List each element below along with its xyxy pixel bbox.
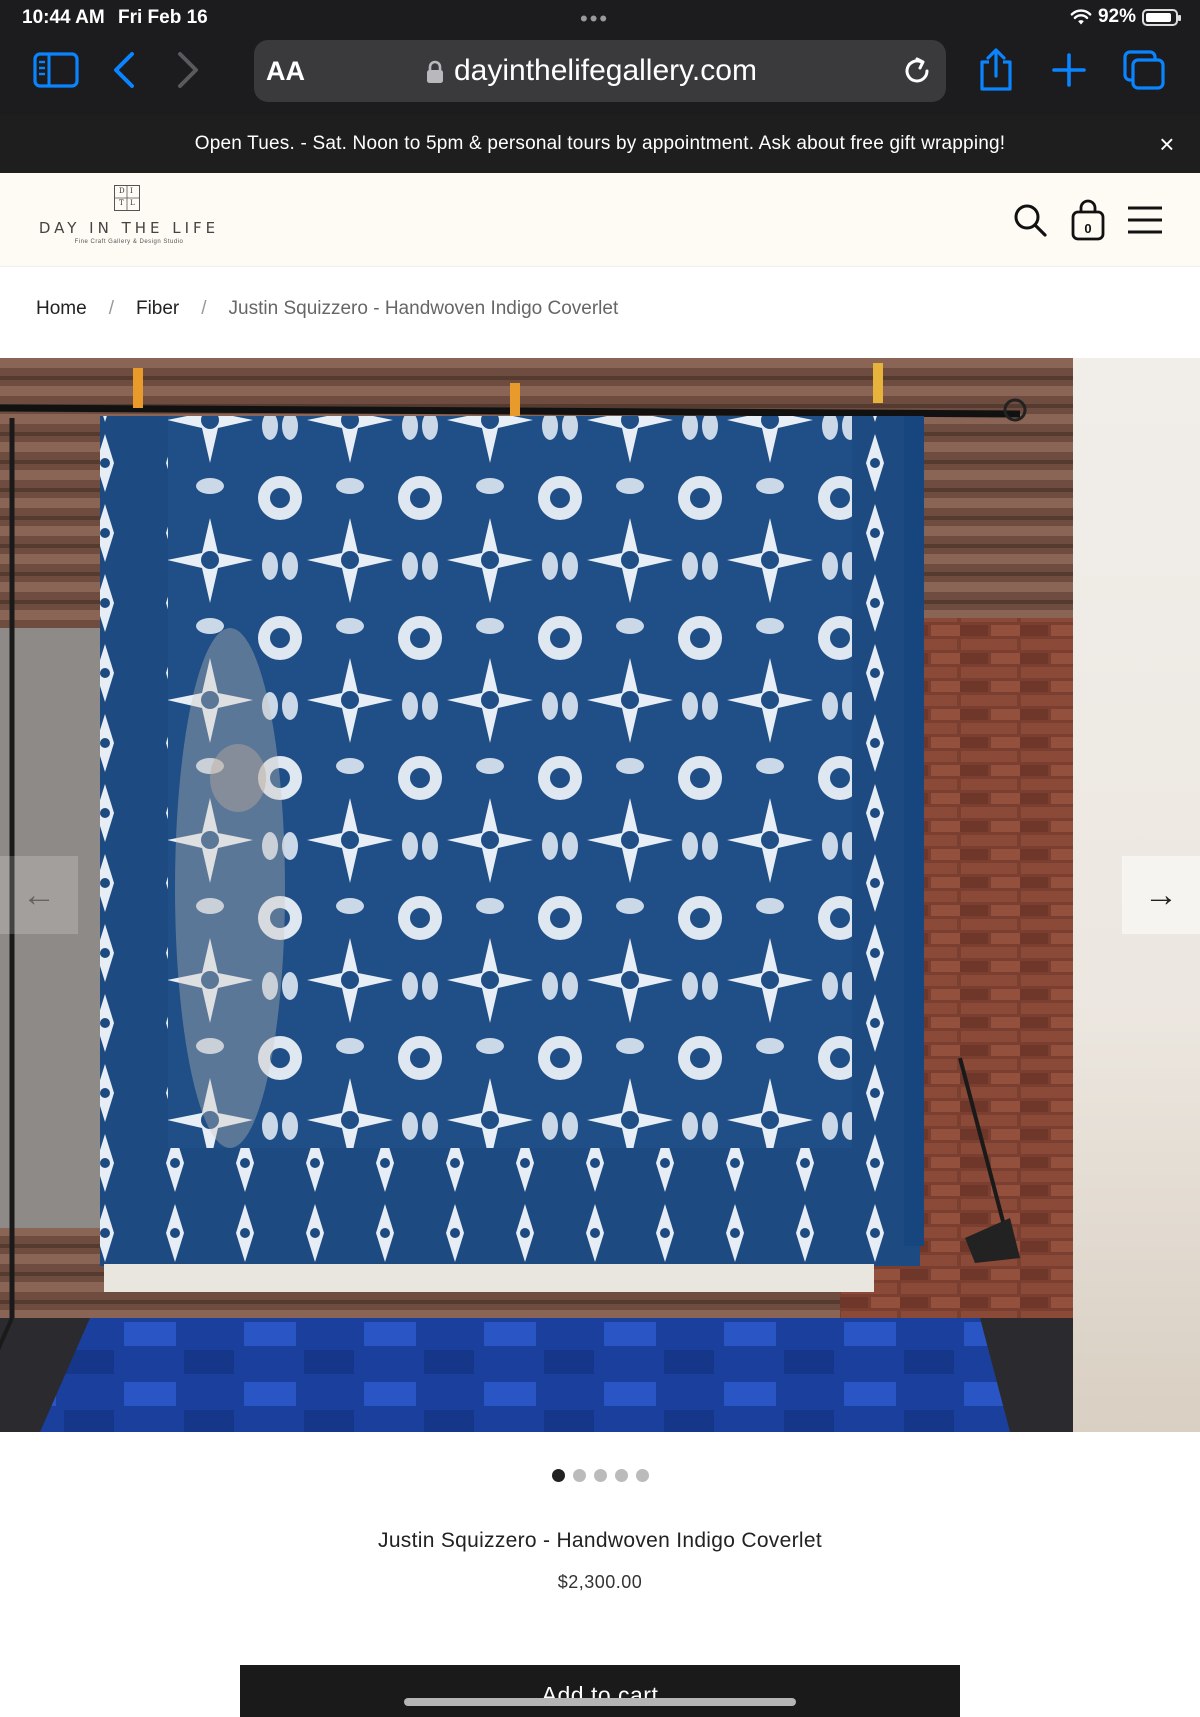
multitasking-dots-icon[interactable]: ••• bbox=[580, 6, 609, 32]
product-title: Justin Squizzero - Handwoven Indigo Cove… bbox=[378, 1529, 822, 1552]
coverlet-photo bbox=[0, 358, 1073, 1432]
close-icon[interactable]: × bbox=[1152, 129, 1182, 159]
site-logo[interactable]: D I L T DAY IN THE LIFE Fine Craft Galle… bbox=[34, 185, 224, 255]
breadcrumb-home[interactable]: Home bbox=[36, 298, 87, 320]
breadcrumb: Home / Fiber / Justin Squizzero - Handwo… bbox=[36, 298, 618, 320]
announcement-bar: Open Tues. - Sat. Noon to 5pm & personal… bbox=[0, 115, 1200, 173]
cart-icon[interactable]: 0 bbox=[1065, 197, 1111, 243]
prev-arrow-icon[interactable]: ← bbox=[0, 856, 78, 934]
announcement-text: Open Tues. - Sat. Noon to 5pm & personal… bbox=[194, 133, 1006, 154]
address-bar[interactable]: AA dayinthelifegallery.com bbox=[254, 40, 946, 102]
browser-chrome: 10:44 AM Fri Feb 16 ••• 92% AA dayinthel… bbox=[0, 0, 1200, 115]
text-size-button[interactable]: AA bbox=[266, 56, 305, 87]
sidebar-icon[interactable] bbox=[32, 48, 80, 92]
menu-icon[interactable] bbox=[1122, 197, 1168, 243]
logo-mark: D I L T bbox=[114, 185, 140, 211]
battery-icon bbox=[1142, 8, 1181, 26]
tabs-icon[interactable] bbox=[1120, 48, 1168, 92]
forward-icon[interactable] bbox=[164, 48, 212, 92]
home-indicator[interactable] bbox=[404, 1698, 796, 1706]
product-image-coverlet[interactable] bbox=[0, 358, 1073, 1432]
logo-name: DAY IN THE LIFE bbox=[38, 219, 220, 237]
battery-percent: 92% bbox=[1097, 6, 1136, 27]
pagination-dot[interactable] bbox=[614, 1469, 628, 1482]
pagination-dot[interactable] bbox=[593, 1469, 607, 1482]
search-icon[interactable] bbox=[1007, 197, 1053, 243]
product-gallery[interactable]: ← → bbox=[0, 358, 1200, 1432]
add-to-cart-button[interactable]: Add to cart bbox=[240, 1665, 960, 1717]
product-price: $2,300.00 bbox=[557, 1572, 643, 1592]
next-arrow-icon[interactable]: → bbox=[1122, 856, 1200, 934]
pagination-dot[interactable] bbox=[635, 1469, 649, 1482]
status-right: 92% bbox=[1070, 6, 1181, 28]
new-tab-icon[interactable] bbox=[1045, 48, 1093, 92]
safari-toolbar: AA dayinthelifegallery.com bbox=[0, 38, 1200, 104]
breadcrumb-current: Justin Squizzero - Handwoven Indigo Cove… bbox=[228, 298, 619, 319]
reload-icon[interactable] bbox=[900, 54, 934, 93]
gallery-pagination bbox=[0, 1469, 1200, 1482]
breadcrumb-separator: / bbox=[201, 298, 207, 319]
logo-tagline: Fine Craft Gallery & Design Studio bbox=[74, 239, 184, 245]
site-header: D I L T DAY IN THE LIFE Fine Craft Galle… bbox=[0, 173, 1200, 267]
share-icon[interactable] bbox=[972, 48, 1020, 92]
lock-icon bbox=[426, 60, 444, 89]
status-date: Fri Feb 16 bbox=[118, 7, 208, 28]
back-icon[interactable] bbox=[100, 48, 148, 92]
breadcrumb-separator: / bbox=[108, 298, 114, 319]
cart-count: 0 bbox=[1084, 221, 1092, 236]
pagination-dot[interactable] bbox=[572, 1469, 586, 1482]
breadcrumb-fiber[interactable]: Fiber bbox=[136, 298, 179, 320]
status-bar: 10:44 AM Fri Feb 16 ••• 92% bbox=[0, 0, 1200, 34]
url-text[interactable]: dayinthelifegallery.com bbox=[454, 54, 757, 88]
pagination-dot[interactable] bbox=[551, 1469, 565, 1482]
wifi-icon bbox=[1070, 9, 1092, 25]
status-time: 10:44 AM bbox=[22, 7, 105, 28]
